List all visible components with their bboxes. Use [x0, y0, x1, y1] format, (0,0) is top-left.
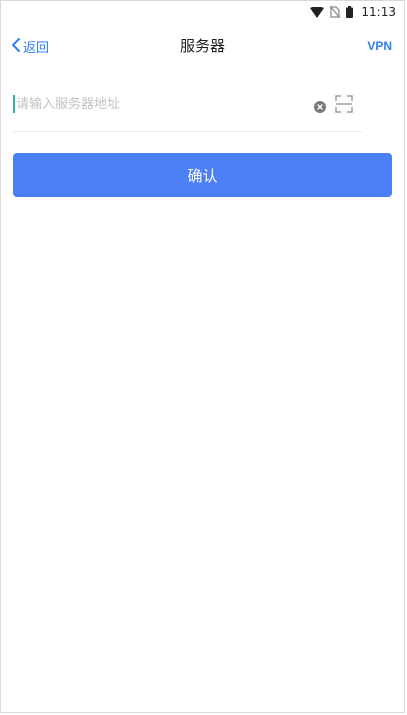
wifi-icon — [310, 6, 325, 18]
text-caret — [13, 95, 15, 113]
status-bar: 11:13 — [1, 1, 404, 23]
clear-icon[interactable] — [314, 98, 326, 117]
no-sim-icon — [330, 6, 341, 18]
vpn-button[interactable]: VPN — [367, 39, 392, 53]
server-address-input[interactable] — [16, 91, 296, 117]
battery-icon — [346, 6, 354, 18]
scan-icon[interactable] — [335, 95, 353, 117]
confirm-button[interactable]: 确认 — [13, 153, 392, 197]
status-time: 11:13 — [361, 5, 396, 19]
page-title: 服务器 — [179, 37, 225, 55]
nav-bar: 返回 服务器 VPN — [1, 27, 404, 65]
server-input-row — [13, 83, 362, 132]
app-screen: 11:13 返回 服务器 VPN 确认 — [0, 0, 405, 713]
